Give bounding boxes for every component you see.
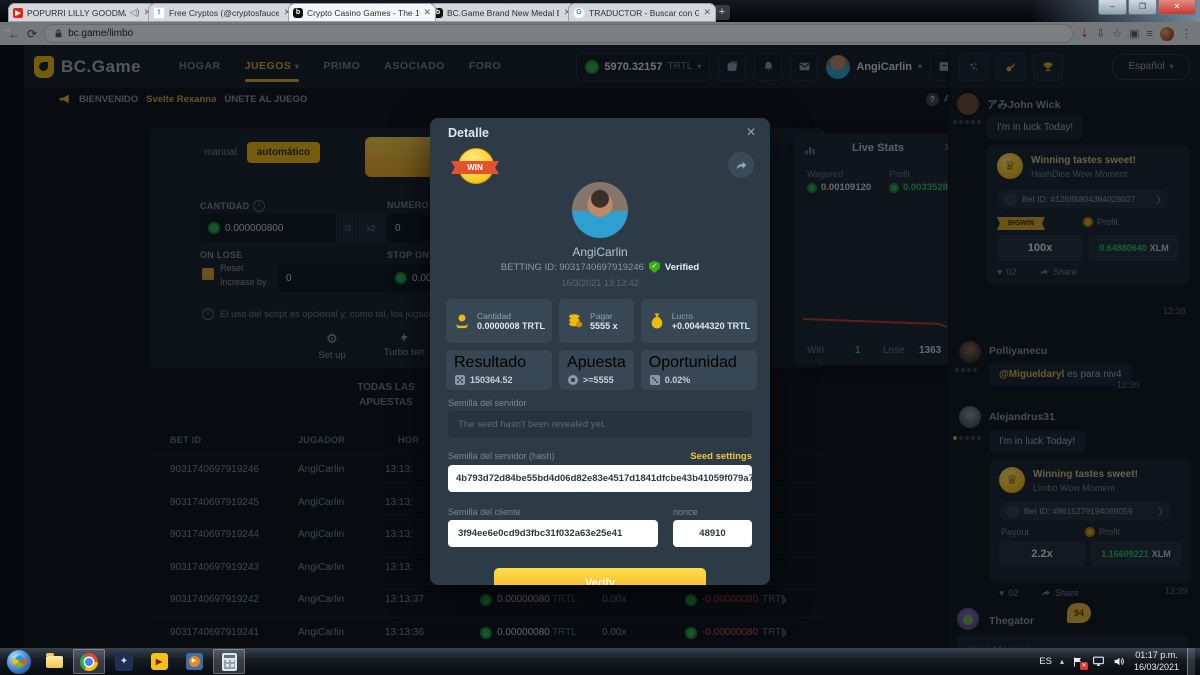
stat-card-apuesta: Apuesta >=5555 (559, 350, 634, 390)
win-medal: WIN (456, 148, 494, 186)
stat-card-oportunidad: Oportunidad 0.02% (641, 350, 757, 390)
movie-maker-icon: ✦ (115, 653, 133, 671)
hand-coin-icon (453, 312, 471, 330)
keyboard-language[interactable]: ES (1039, 656, 1052, 667)
stat-card-pagar: Pagar5555 x (559, 299, 634, 343)
bet-stat-cards: Cantidad0.0000008 TRTL Pagar5555 x Lucro… (446, 299, 754, 390)
windows-taskbar: ✦ ▶ ▶ ES ▴ ✕ 01:17 p.m. 16/03/2021 (0, 648, 1200, 675)
client-seed-field[interactable]: 3f94ee6e0cd9d3fbc31f032a63e25e41 (448, 520, 658, 547)
verified-label: Verified (665, 262, 699, 273)
tab-audio-icon[interactable]: ◁) (130, 7, 140, 18)
win-ribbon: WIN (451, 161, 499, 174)
bet-detail-modal: Detalle ✕ WIN AngiCarlin BETTING ID: 903… (430, 118, 770, 585)
tab-title: POPURRI LILLY GOODMAN: (27, 8, 126, 18)
tray-expand-icon[interactable]: ▴ (1060, 657, 1064, 666)
new-tab-button[interactable]: + (714, 5, 730, 20)
taskbar-clock[interactable]: 01:17 p.m. 16/03/2021 (1134, 650, 1179, 673)
restore-button[interactable]: ❐ (1128, 0, 1157, 15)
betting-id: BETTING ID: 9031740697919246 (501, 262, 644, 273)
action-center-flag[interactable]: ✕ (1072, 656, 1084, 668)
window-controls: – ❐ ✕ (1097, 0, 1196, 15)
dice-icon (649, 374, 661, 386)
tab-title: TRADUCTOR - Buscar con Googl (589, 8, 699, 18)
player-avatar (572, 182, 628, 238)
tab-title: Free Cryptos (@cryptosfaucets) / (169, 8, 279, 18)
media-player-icon: ▶ (186, 653, 203, 670)
clock-time: 01:17 p.m. (1134, 650, 1179, 661)
stat-card-cantidad: Cantidad0.0000008 TRTL (446, 299, 552, 343)
verified-shield-icon: ✓ (649, 261, 660, 273)
folder-icon (46, 656, 63, 668)
nonce-field[interactable]: 48910 (673, 520, 752, 547)
network-display-icon[interactable] (1092, 655, 1105, 668)
client-seed-label: Semilla del cliente (448, 507, 521, 517)
minimize-button[interactable]: – (1098, 0, 1127, 15)
google-favicon: G (573, 7, 585, 19)
coins-icon (566, 312, 584, 330)
calculator-icon (222, 653, 237, 671)
bcgame-site: BC.Game HOGAR JUEGOS ▾ PRIMO ASOCIADO FO… (0, 45, 1200, 648)
speaker-icon[interactable] (1113, 655, 1126, 668)
dice-icon (454, 374, 466, 386)
clock-date: 16/03/2021 (1134, 662, 1179, 673)
tab-close-icon[interactable]: ✕ (423, 7, 431, 18)
error-x-icon: ✕ (1080, 662, 1088, 670)
taskbar-calculator-active[interactable] (213, 649, 245, 674)
stat-card-lucro: Lucro+0.00444320 TRTL (641, 299, 757, 343)
browser-tab-2[interactable]: t Free Cryptos (@cryptosfaucets) / ✕ (148, 3, 296, 22)
player-icon: ▶ (151, 653, 168, 670)
seed-settings-link[interactable]: Seed settings (690, 451, 752, 462)
server-seed-hash-label: Semilla del servidor (hash) (448, 451, 555, 461)
browser-toolbar: ← → ⟳ bc.game/limbo ⇣ ⇩ ☆ ▣ ≡ ⋮ (0, 22, 1200, 46)
player-name: AngiCarlin (430, 245, 770, 259)
stat-card-resultado: Resultado 150364.52 (446, 350, 552, 390)
target-icon (567, 374, 579, 386)
browser-tabstrip: ▶ POPURRI LILLY GOODMAN: ◁) ✕ t Free Cry… (0, 0, 1200, 22)
tab-close-icon[interactable]: ✕ (703, 7, 711, 18)
windows-logo-icon (10, 655, 28, 668)
modal-title: Detalle (448, 126, 489, 140)
browser-tab-4[interactable]: b BC.Game Brand New Medal Even ✕ (428, 3, 576, 22)
share-button[interactable] (728, 152, 754, 178)
tab-title: BC.Game Brand New Medal Even (447, 8, 559, 18)
twitter-favicon: t (153, 7, 165, 19)
browser-tab-1[interactable]: ▶ POPURRI LILLY GOODMAN: ◁) ✕ (8, 3, 156, 22)
screen: ▶ POPURRI LILLY GOODMAN: ◁) ✕ t Free Cry… (0, 0, 1200, 675)
start-button[interactable] (3, 649, 35, 674)
forward-icon[interactable]: → (0, 22, 1200, 45)
close-button[interactable]: ✕ (1158, 0, 1196, 15)
server-seed-field[interactable]: The seed hasn't been revealed yet. (448, 411, 752, 438)
tab-title: Crypto Casino Games - The 16 B (307, 8, 419, 18)
betting-id-row: BETTING ID: 9031740697919246 ✓ Verified (430, 261, 770, 273)
verify-button[interactable]: Verify (494, 568, 706, 585)
taskbar-media-player[interactable]: ▶ (178, 649, 210, 674)
server-seed-label: Semilla del servidor (448, 398, 527, 408)
taskbar-player[interactable]: ▶ (143, 649, 175, 674)
nonce-label: nonce (673, 507, 698, 517)
close-icon[interactable]: ✕ (746, 125, 756, 139)
chrome-icon (80, 653, 98, 671)
taskbar-explorer[interactable] (38, 649, 70, 674)
money-bag-icon (648, 312, 666, 330)
show-desktop-button[interactable] (1187, 648, 1195, 675)
server-seed-hash-field[interactable]: 4b793d72d84be55bd4d06d82e83e4517d1841dfc… (448, 465, 752, 492)
youtube-favicon: ▶ (13, 8, 23, 18)
browser-tab-3-active[interactable]: b Crypto Casino Games - The 16 B ✕ (288, 3, 436, 22)
browser-tab-5[interactable]: G TRADUCTOR - Buscar con Googl ✕ (568, 3, 716, 22)
taskbar-chrome-active[interactable] (73, 649, 105, 674)
share-icon (735, 159, 748, 172)
bcgame-favicon: b (293, 8, 303, 18)
taskbar-movie-maker[interactable]: ✦ (108, 649, 140, 674)
bet-date: 16/3/2021 13:13:42 (430, 278, 770, 288)
system-tray: ES ▴ ✕ 01:17 p.m. 16/03/2021 (1039, 648, 1197, 675)
